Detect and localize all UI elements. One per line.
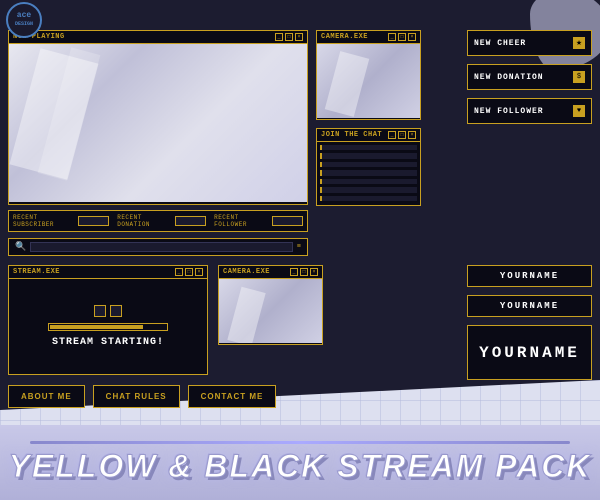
search-icon: 🔍 — [15, 242, 26, 252]
chat-line-6 — [320, 187, 417, 192]
join-chat-title: JOIN THE CHAT — [321, 131, 382, 139]
pack-title: YELLOW & BLACK STREAM PACK — [9, 448, 592, 485]
ss-ctrl-min[interactable]: _ — [175, 268, 183, 276]
cam-ctrl-close[interactable]: × — [408, 33, 416, 41]
recent-follower-item: RECENT FOLLOWER — [214, 214, 303, 228]
name-panel-3: YOURNAME — [467, 325, 592, 380]
camera-controls: _ □ × — [388, 33, 416, 41]
search-extras: ≡ — [297, 243, 301, 251]
camera2-titlebar: CAMERA.EXE _ □ × — [219, 266, 322, 279]
chat-line-7 — [320, 196, 417, 201]
cam2-ctrl-min[interactable]: _ — [290, 268, 298, 276]
camera-titlebar: CAMERA.EXE _ □ × — [317, 31, 420, 44]
camera2-panel: CAMERA.EXE _ □ × — [218, 265, 323, 345]
stream-icon-row — [94, 305, 122, 317]
camera2-controls: _ □ × — [290, 268, 318, 276]
main-stream-panel: NOW PLAYING _ □ × — [8, 30, 308, 205]
camera-body — [317, 44, 420, 118]
progress-bar-inner — [50, 325, 143, 329]
recent-donation-item: RECENT DONATION — [117, 214, 206, 228]
new-follower-text: NEW FOLLOWER — [474, 107, 544, 116]
chat-line-3 — [320, 162, 417, 167]
bottom-buttons: ABOUT ME CHAT RULES CONTACT ME — [8, 385, 276, 408]
join-chat-panel: JOIN THE CHAT _ □ × — [316, 128, 421, 206]
ctrl-close[interactable]: × — [295, 33, 303, 41]
new-cheer-panel: NEW CHEER ★ — [467, 30, 592, 56]
new-donation-text: NEW DONATION — [474, 73, 544, 82]
stream-small-icon-1 — [94, 305, 106, 317]
name-text-1: YOURNAME — [500, 271, 559, 281]
recent-subscriber-box — [78, 216, 109, 226]
chat-line-2 — [320, 153, 417, 158]
new-donation-panel: NEW DONATION $ — [467, 64, 592, 90]
join-chat-titlebar: JOIN THE CHAT _ □ × — [317, 129, 420, 142]
join-chat-body — [317, 142, 420, 204]
new-cheer-text: NEW CHEER — [474, 39, 526, 48]
name-text-2: YOURNAME — [500, 301, 559, 311]
stream-starting-controls: _ □ × — [175, 268, 203, 276]
camera2-title: CAMERA.EXE — [223, 268, 270, 276]
chat-line-5 — [320, 179, 417, 184]
chat-line-1 — [320, 145, 417, 150]
cam-ctrl-max[interactable]: □ — [398, 33, 406, 41]
recent-subscriber-item: RECENT SUBSCRIBER — [13, 214, 109, 228]
name-text-3: YOURNAME — [479, 344, 580, 362]
new-donation-icon: $ — [573, 71, 585, 83]
recent-subscriber-label: RECENT SUBSCRIBER — [13, 214, 75, 228]
stream-starting-title: STREAM.EXE — [13, 268, 60, 276]
recent-follower-box — [272, 216, 303, 226]
recent-follower-label: RECENT FOLLOWER — [214, 214, 269, 228]
recent-donation-label: RECENT DONATION — [117, 214, 172, 228]
ctrl-max[interactable]: □ — [285, 33, 293, 41]
bottom-title-area: YELLOW & BLACK STREAM PACK — [0, 425, 600, 500]
contact-me-button[interactable]: CONTACT ME — [188, 385, 277, 408]
camera-title: CAMERA.EXE — [321, 33, 368, 41]
main-stream-body — [9, 44, 307, 202]
stream-small-icon-2 — [110, 305, 122, 317]
stream-starting-titlebar: STREAM.EXE _ □ × — [9, 266, 207, 279]
camera2-body — [219, 279, 322, 343]
search-bar[interactable]: 🔍 ≡ — [8, 238, 308, 256]
progress-bar-outer — [48, 323, 168, 331]
main-stream-titlebar: NOW PLAYING _ □ × — [9, 31, 307, 44]
about-me-button[interactable]: ABOUT ME — [8, 385, 85, 408]
main-stream-controls: _ □ × — [275, 33, 303, 41]
recent-stats-bar: RECENT SUBSCRIBER RECENT DONATION RECENT… — [8, 210, 308, 232]
new-cheer-icon: ★ — [573, 37, 585, 49]
chat-ctrl-max[interactable]: □ — [398, 131, 406, 139]
search-input[interactable] — [30, 242, 293, 252]
chat-line-4 — [320, 170, 417, 175]
join-chat-controls: _ □ × — [388, 131, 416, 139]
stream-starting-body: STREAM STARTING! — [9, 279, 207, 373]
new-follower-icon: ♥ — [573, 105, 585, 117]
ss-ctrl-close[interactable]: × — [195, 268, 203, 276]
logo-text: ace DESIGN — [15, 12, 33, 28]
name-panel-1: YOURNAME — [467, 265, 592, 287]
bottom-line — [30, 441, 570, 444]
cam-ctrl-min[interactable]: _ — [388, 33, 396, 41]
cam2-ctrl-max[interactable]: □ — [300, 268, 308, 276]
chat-ctrl-min[interactable]: _ — [388, 131, 396, 139]
cam2-ctrl-close[interactable]: × — [310, 268, 318, 276]
ss-ctrl-max[interactable]: □ — [185, 268, 193, 276]
ctrl-min[interactable]: _ — [275, 33, 283, 41]
chat-rules-button[interactable]: CHAT RULES — [93, 385, 180, 408]
camera-panel: CAMERA.EXE _ □ × — [316, 30, 421, 120]
name-panel-2: YOURNAME — [467, 295, 592, 317]
cam-glare — [325, 51, 370, 117]
stream-starting-panel: STREAM.EXE _ □ × STREAM STARTING! — [8, 265, 208, 375]
chat-ctrl-close[interactable]: × — [408, 131, 416, 139]
recent-donation-box — [175, 216, 206, 226]
new-follower-panel: NEW FOLLOWER ♥ — [467, 98, 592, 124]
stream-starting-text: STREAM STARTING! — [52, 337, 164, 348]
logo: ace DESIGN — [6, 2, 42, 38]
cam2-glare — [227, 287, 265, 343]
